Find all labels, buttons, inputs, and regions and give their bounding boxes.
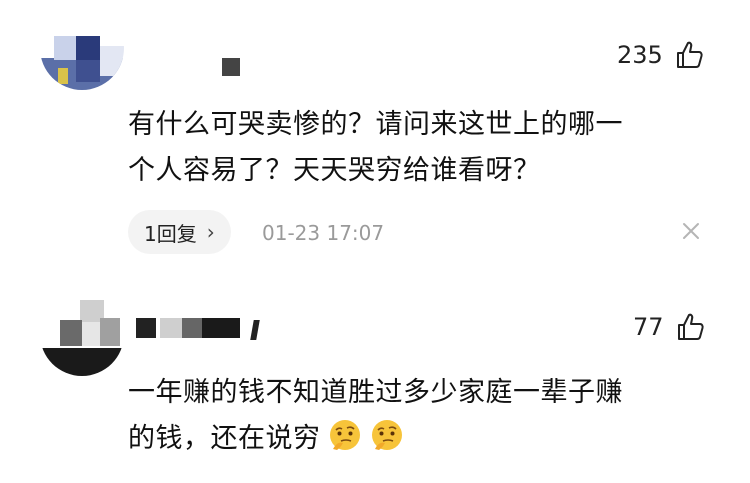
comment-line: 一年赚的钱不知道胜过多少家庭一辈子赚: [128, 377, 623, 408]
username[interactable]: [136, 318, 260, 340]
comment-line: 的钱，还在说穷: [128, 416, 623, 462]
thumbs-up-icon: [677, 313, 704, 340]
thinking-face-emoji-icon: [371, 420, 402, 450]
like-button[interactable]: 77: [633, 312, 706, 342]
comment-line-text: 的钱，还在说穷: [128, 423, 321, 454]
avatar[interactable]: [40, 292, 124, 376]
comment-text: 一年赚的钱不知道胜过多少家庭一辈子赚 的钱，还在说穷: [128, 370, 623, 462]
thinking-face-emoji-icon: [329, 420, 360, 450]
comment-item: 77 一年赚的钱不知道胜过多少家庭一辈子赚 的钱，还在说穷: [0, 0, 750, 483]
like-count: 77: [633, 313, 664, 341]
